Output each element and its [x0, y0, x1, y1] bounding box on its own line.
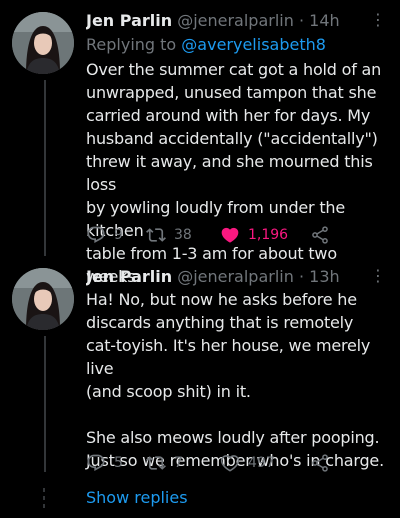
avatar-photo — [12, 12, 74, 74]
timestamp[interactable]: 14h — [309, 11, 340, 30]
author-name[interactable]: Jen Parlin — [86, 11, 172, 30]
tweet[interactable]: Jen Parlin @jeneralparlin · 14h ⋮ Replyi… — [0, 0, 400, 286]
more-icon[interactable]: ⋮ — [370, 10, 386, 30]
heart-icon — [220, 455, 240, 472]
reply-count: 9 — [114, 227, 123, 243]
tweet-header: Jen Parlin @jeneralparlin · 14h — [86, 10, 370, 32]
retweet-icon — [146, 456, 166, 470]
tweet-header: Jen Parlin @jeneralparlin · 13h — [86, 266, 370, 288]
share-icon — [312, 226, 328, 244]
tweet-actions: 9 38 1,196 — [86, 224, 380, 246]
avatar-photo — [12, 268, 74, 330]
retweet-icon — [146, 228, 166, 242]
tweet-text: Over the summer cat got a hold of an unw… — [86, 60, 382, 286]
retweet-button[interactable]: 38 — [146, 225, 226, 245]
more-icon[interactable]: ⋮ — [370, 266, 386, 286]
avatar[interactable] — [12, 268, 74, 330]
author-name[interactable]: Jen Parlin — [86, 267, 172, 286]
author-handle[interactable]: @jeneralparlin — [177, 267, 294, 286]
timestamp[interactable]: 13h — [309, 267, 340, 286]
reply-icon — [87, 454, 105, 472]
author-handle[interactable]: @jeneralparlin — [177, 11, 294, 30]
reply-count: 5 — [114, 455, 123, 471]
share-icon — [312, 454, 328, 472]
thread-line — [44, 80, 46, 256]
replying-prefix: Replying to — [86, 35, 182, 54]
tweet-text: Ha! No, but now he asks before he discar… — [86, 290, 384, 470]
tweet-actions: 5 7 497 — [86, 452, 380, 474]
retweet-button[interactable]: 7 — [146, 453, 226, 473]
separator: · — [298, 11, 305, 30]
retweet-count: 7 — [174, 455, 183, 471]
reply-icon — [87, 226, 105, 244]
like-button[interactable]: 1,196 — [220, 225, 310, 245]
like-button[interactable]: 497 — [220, 453, 310, 473]
avatar[interactable] — [12, 12, 74, 74]
thread-continuation-dots — [40, 488, 48, 508]
show-replies-link[interactable]: Show replies — [86, 488, 188, 508]
replying-to: Replying to @averyelisabeth8 — [86, 34, 326, 56]
like-count: 1,196 — [248, 227, 289, 243]
like-count: 497 — [248, 455, 275, 471]
separator: · — [298, 267, 305, 286]
share-button[interactable] — [310, 225, 330, 245]
heart-icon — [221, 227, 239, 243]
replying-to-link[interactable]: @averyelisabeth8 — [181, 35, 326, 54]
tweet[interactable]: Jen Parlin @jeneralparlin · 13h ⋮ Ha! No… — [0, 256, 400, 518]
retweet-count: 38 — [174, 227, 192, 243]
share-button[interactable] — [310, 453, 330, 473]
thread-line — [44, 336, 46, 472]
